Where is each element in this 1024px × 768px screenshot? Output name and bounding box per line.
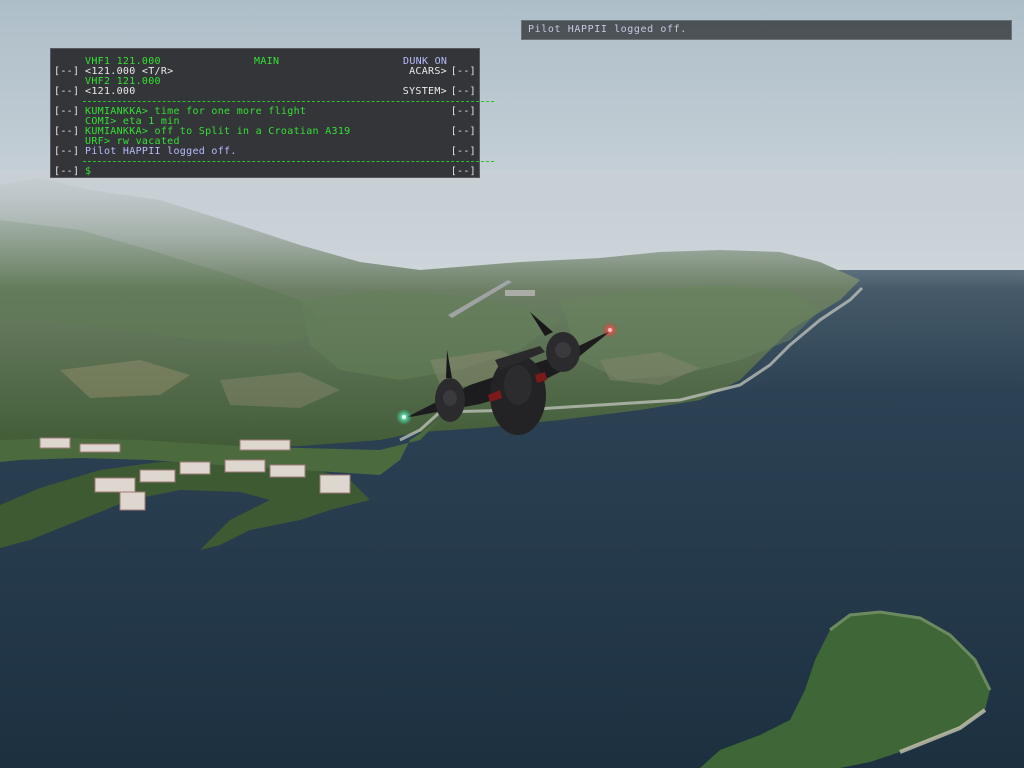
separator (83, 161, 494, 162)
rsk-5-button[interactable]: [--] (451, 146, 476, 157)
lsk-6-button[interactable]: [--] (54, 166, 79, 177)
system-label: SYSTEM> (402, 86, 447, 97)
rsk-2-button[interactable]: [--] (451, 86, 476, 97)
vhf2-freq: <121.000 (85, 86, 136, 97)
radio-panel: VHF1 121.000 MAIN DUNK ON [--] <121.000 … (50, 48, 494, 178)
separator (83, 101, 494, 102)
system-message: Pilot HAPPII logged off. (85, 146, 237, 157)
notification-bar: Pilot HAPPII logged off. (521, 20, 1012, 40)
input-row: [--] $ [--] (51, 166, 481, 177)
lsk-2-button[interactable]: [--] (54, 86, 79, 97)
chat-input[interactable]: $ (85, 166, 91, 177)
lsk-5-button[interactable]: [--] (54, 146, 79, 157)
radio-row-2: [--] <121.000 SYSTEM> [--] (51, 86, 481, 97)
notification-text: Pilot HAPPII logged off. (528, 24, 687, 35)
rsk-6-button[interactable]: [--] (451, 166, 476, 177)
message-row-5: [--] Pilot HAPPII logged off. [--] (51, 146, 481, 157)
